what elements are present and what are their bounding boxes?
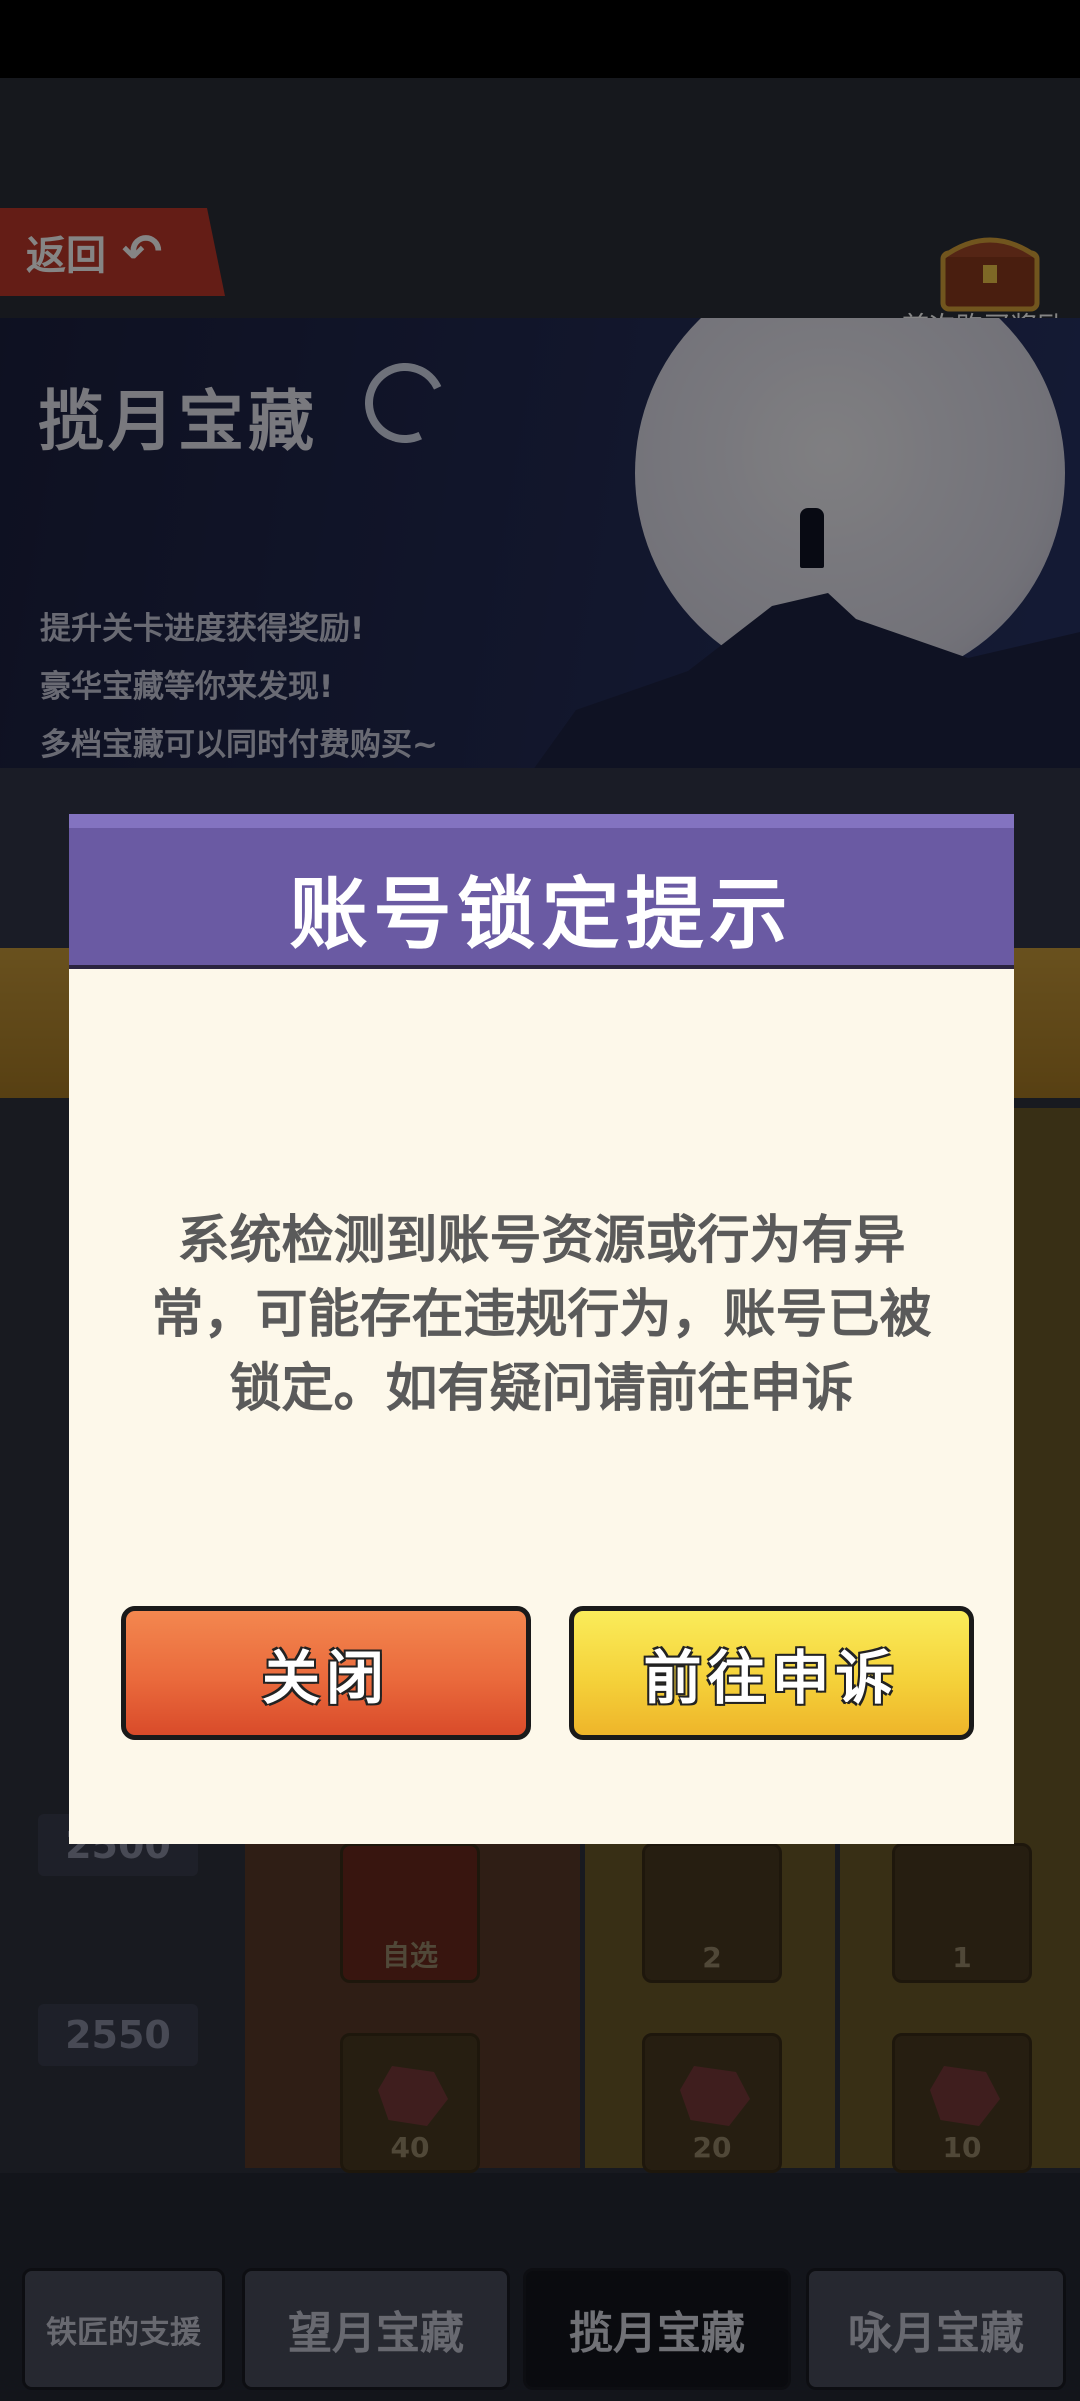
game-screen: 返回 ↶ 首次购买奖励 揽月宝藏 提升关卡进度获得奖励! 豪华宝藏等你来发现! … — [0, 78, 1080, 2401]
account-lock-dialog: 账号锁定提示 系统检测到账号资源或行为有异常，可能存在违规行为，账号已被锁定。如… — [69, 814, 1014, 1844]
close-button[interactable]: 关闭 — [121, 1606, 531, 1740]
dialog-header: 账号锁定提示 — [69, 814, 1014, 969]
appeal-button[interactable]: 前往申诉 — [569, 1606, 974, 1740]
dialog-message: 系统检测到账号资源或行为有异常，可能存在违规行为，账号已被锁定。如有疑问请前往申… — [151, 1211, 932, 1419]
dialog-title: 账号锁定提示 — [289, 870, 794, 960]
status-bar — [0, 0, 1080, 78]
